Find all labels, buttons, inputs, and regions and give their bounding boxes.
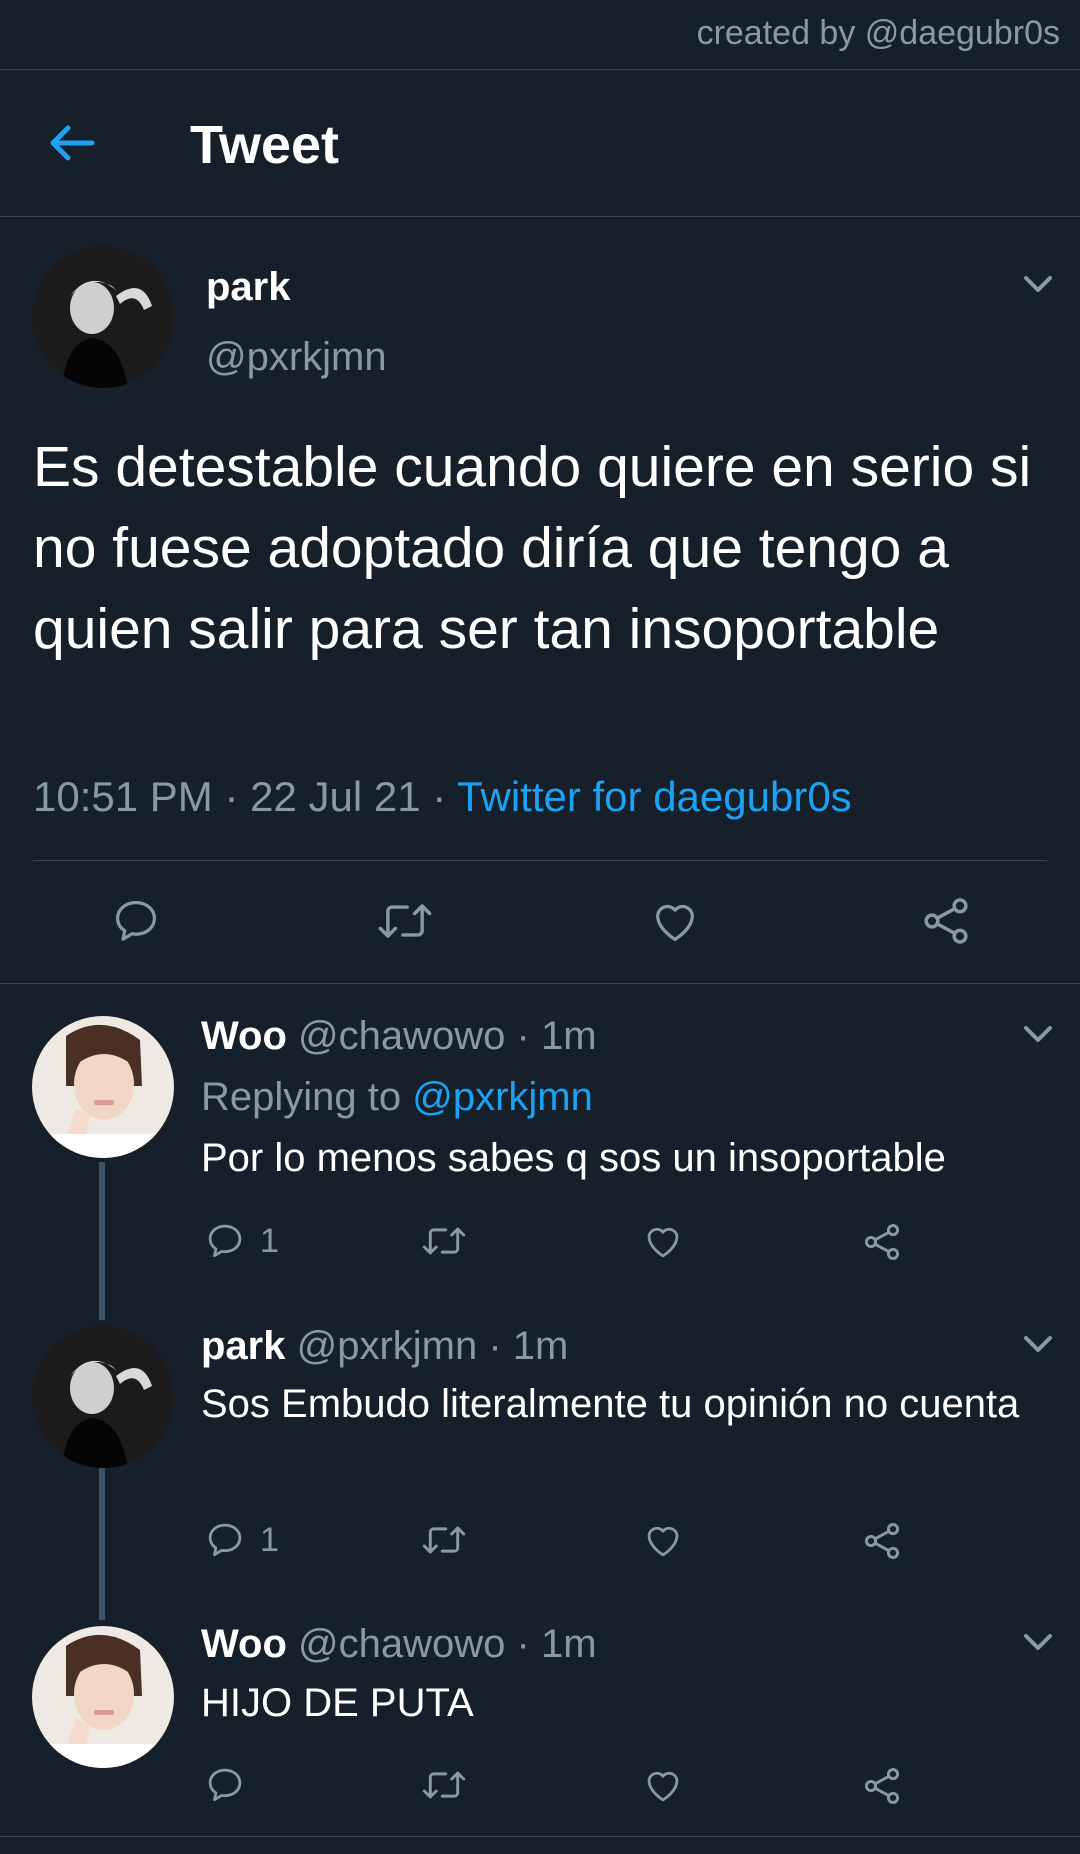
reply-avatar[interactable]	[32, 1016, 174, 1158]
retweet-icon	[422, 1771, 466, 1799]
reply-like-button[interactable]	[641, 1220, 685, 1262]
reply-share-button[interactable]	[860, 1764, 904, 1808]
chevron-down-icon	[1024, 1634, 1052, 1650]
main-tweet-avatar[interactable]	[32, 246, 174, 388]
reply-time[interactable]: 1m	[513, 1324, 569, 1368]
tweet-source-link[interactable]: Twitter for daegubr0s	[457, 773, 852, 820]
reply-dot: ·	[477, 1324, 513, 1368]
reply-count: 1	[260, 1520, 279, 1559]
reply-handle[interactable]: @chawowo	[298, 1622, 505, 1666]
reply-retweet-button[interactable]	[420, 1220, 468, 1262]
bottom-divider	[0, 1836, 1080, 1837]
reply-menu[interactable]	[1018, 1628, 1058, 1656]
like-icon	[647, 1227, 679, 1258]
main-reply-button[interactable]	[110, 895, 162, 947]
main-share-button[interactable]	[918, 893, 974, 949]
share-icon	[864, 1768, 900, 1804]
main-tweet-name[interactable]: park	[206, 265, 291, 310]
reply-name[interactable]: park	[201, 1324, 286, 1368]
tweet-date: 22 Jul 21	[250, 773, 421, 820]
retweet-icon	[422, 1526, 466, 1554]
reply-header: Woo @chawowo · 1m	[201, 1014, 597, 1059]
meta-separator: ·	[212, 773, 251, 820]
reply-icon	[115, 900, 157, 941]
reply-reply-button[interactable]	[204, 1764, 260, 1806]
reply-dot: ·	[505, 1622, 541, 1666]
reply-text: HIJO DE PUTA	[201, 1681, 474, 1725]
reply-menu[interactable]	[1018, 1020, 1058, 1048]
chevron-down-icon	[1024, 276, 1052, 292]
back-button[interactable]	[44, 118, 100, 168]
reply-icon	[208, 1768, 242, 1802]
reply-text: Por lo menos sabes q sos un insoportable	[201, 1136, 946, 1180]
reply-share-button[interactable]	[860, 1220, 904, 1264]
like-icon	[647, 1771, 679, 1802]
reply-reply-button[interactable]: 1	[204, 1220, 279, 1262]
replying-prefix: Replying to	[201, 1075, 413, 1119]
like-icon	[656, 904, 694, 942]
reply-header: Woo @chawowo · 1m	[201, 1622, 597, 1667]
reply-dot: ·	[505, 1014, 541, 1058]
replying-mention[interactable]: @pxrkjmn	[412, 1075, 593, 1119]
reply-handle[interactable]: @chawowo	[298, 1014, 505, 1058]
main-tweet-meta: 10:51 PM · 22 Jul 21 · Twitter for daegu…	[33, 773, 852, 821]
retweet-icon	[422, 1227, 466, 1255]
app-header: Tweet	[0, 70, 1080, 216]
main-like-button[interactable]	[648, 895, 702, 947]
reply-count: 1	[260, 1221, 279, 1260]
page-title: Tweet	[190, 115, 340, 175]
share-icon	[864, 1523, 900, 1559]
main-retweet-button[interactable]	[375, 895, 435, 947]
meta-separator: ·	[420, 773, 458, 820]
back-arrow-icon	[50, 125, 95, 161]
main-tweet-handle[interactable]: @pxrkjmn	[206, 335, 387, 380]
meta-divider	[33, 860, 1047, 861]
thread-connector	[99, 1162, 105, 1320]
share-icon	[864, 1224, 900, 1260]
reply-handle[interactable]: @pxrkjmn	[297, 1324, 478, 1368]
reply-retweet-button[interactable]	[420, 1764, 468, 1806]
reply-name[interactable]: Woo	[201, 1014, 287, 1058]
reply-retweet-button[interactable]	[420, 1519, 468, 1561]
share-icon	[924, 898, 968, 944]
replying-to: Replying to @pxrkjmn	[201, 1075, 593, 1120]
watermark-credit: created by @daegubr0s	[696, 14, 1060, 52]
reply-avatar[interactable]	[32, 1326, 174, 1468]
reply-text: Sos Embudo literalmente tu opinión no cu…	[201, 1382, 1020, 1426]
reply-avatar[interactable]	[32, 1626, 174, 1768]
reply-icon	[208, 1224, 242, 1258]
reply-name[interactable]: Woo	[201, 1622, 287, 1666]
tweet-time: 10:51 PM	[33, 773, 213, 820]
reply-reply-button[interactable]: 1	[204, 1519, 279, 1561]
reply-like-button[interactable]	[641, 1764, 685, 1806]
reply-share-button[interactable]	[860, 1519, 904, 1563]
reply-time[interactable]: 1m	[541, 1622, 597, 1666]
reply-like-button[interactable]	[641, 1519, 685, 1561]
reply-icon	[208, 1523, 242, 1557]
reply-header: park @pxrkjmn · 1m	[201, 1324, 568, 1369]
main-tweet-text: Es detestable cuando quiere en serio si …	[33, 435, 1032, 661]
retweet-icon	[378, 904, 432, 938]
chevron-down-icon	[1024, 1336, 1052, 1352]
main-tweet-menu[interactable]	[1018, 270, 1058, 298]
header-divider	[0, 216, 1080, 217]
reply-menu[interactable]	[1018, 1330, 1058, 1358]
thread-connector	[99, 1460, 105, 1620]
chevron-down-icon	[1024, 1026, 1052, 1042]
reply-time[interactable]: 1m	[541, 1014, 597, 1058]
section-divider	[0, 983, 1080, 984]
like-icon	[647, 1526, 679, 1557]
